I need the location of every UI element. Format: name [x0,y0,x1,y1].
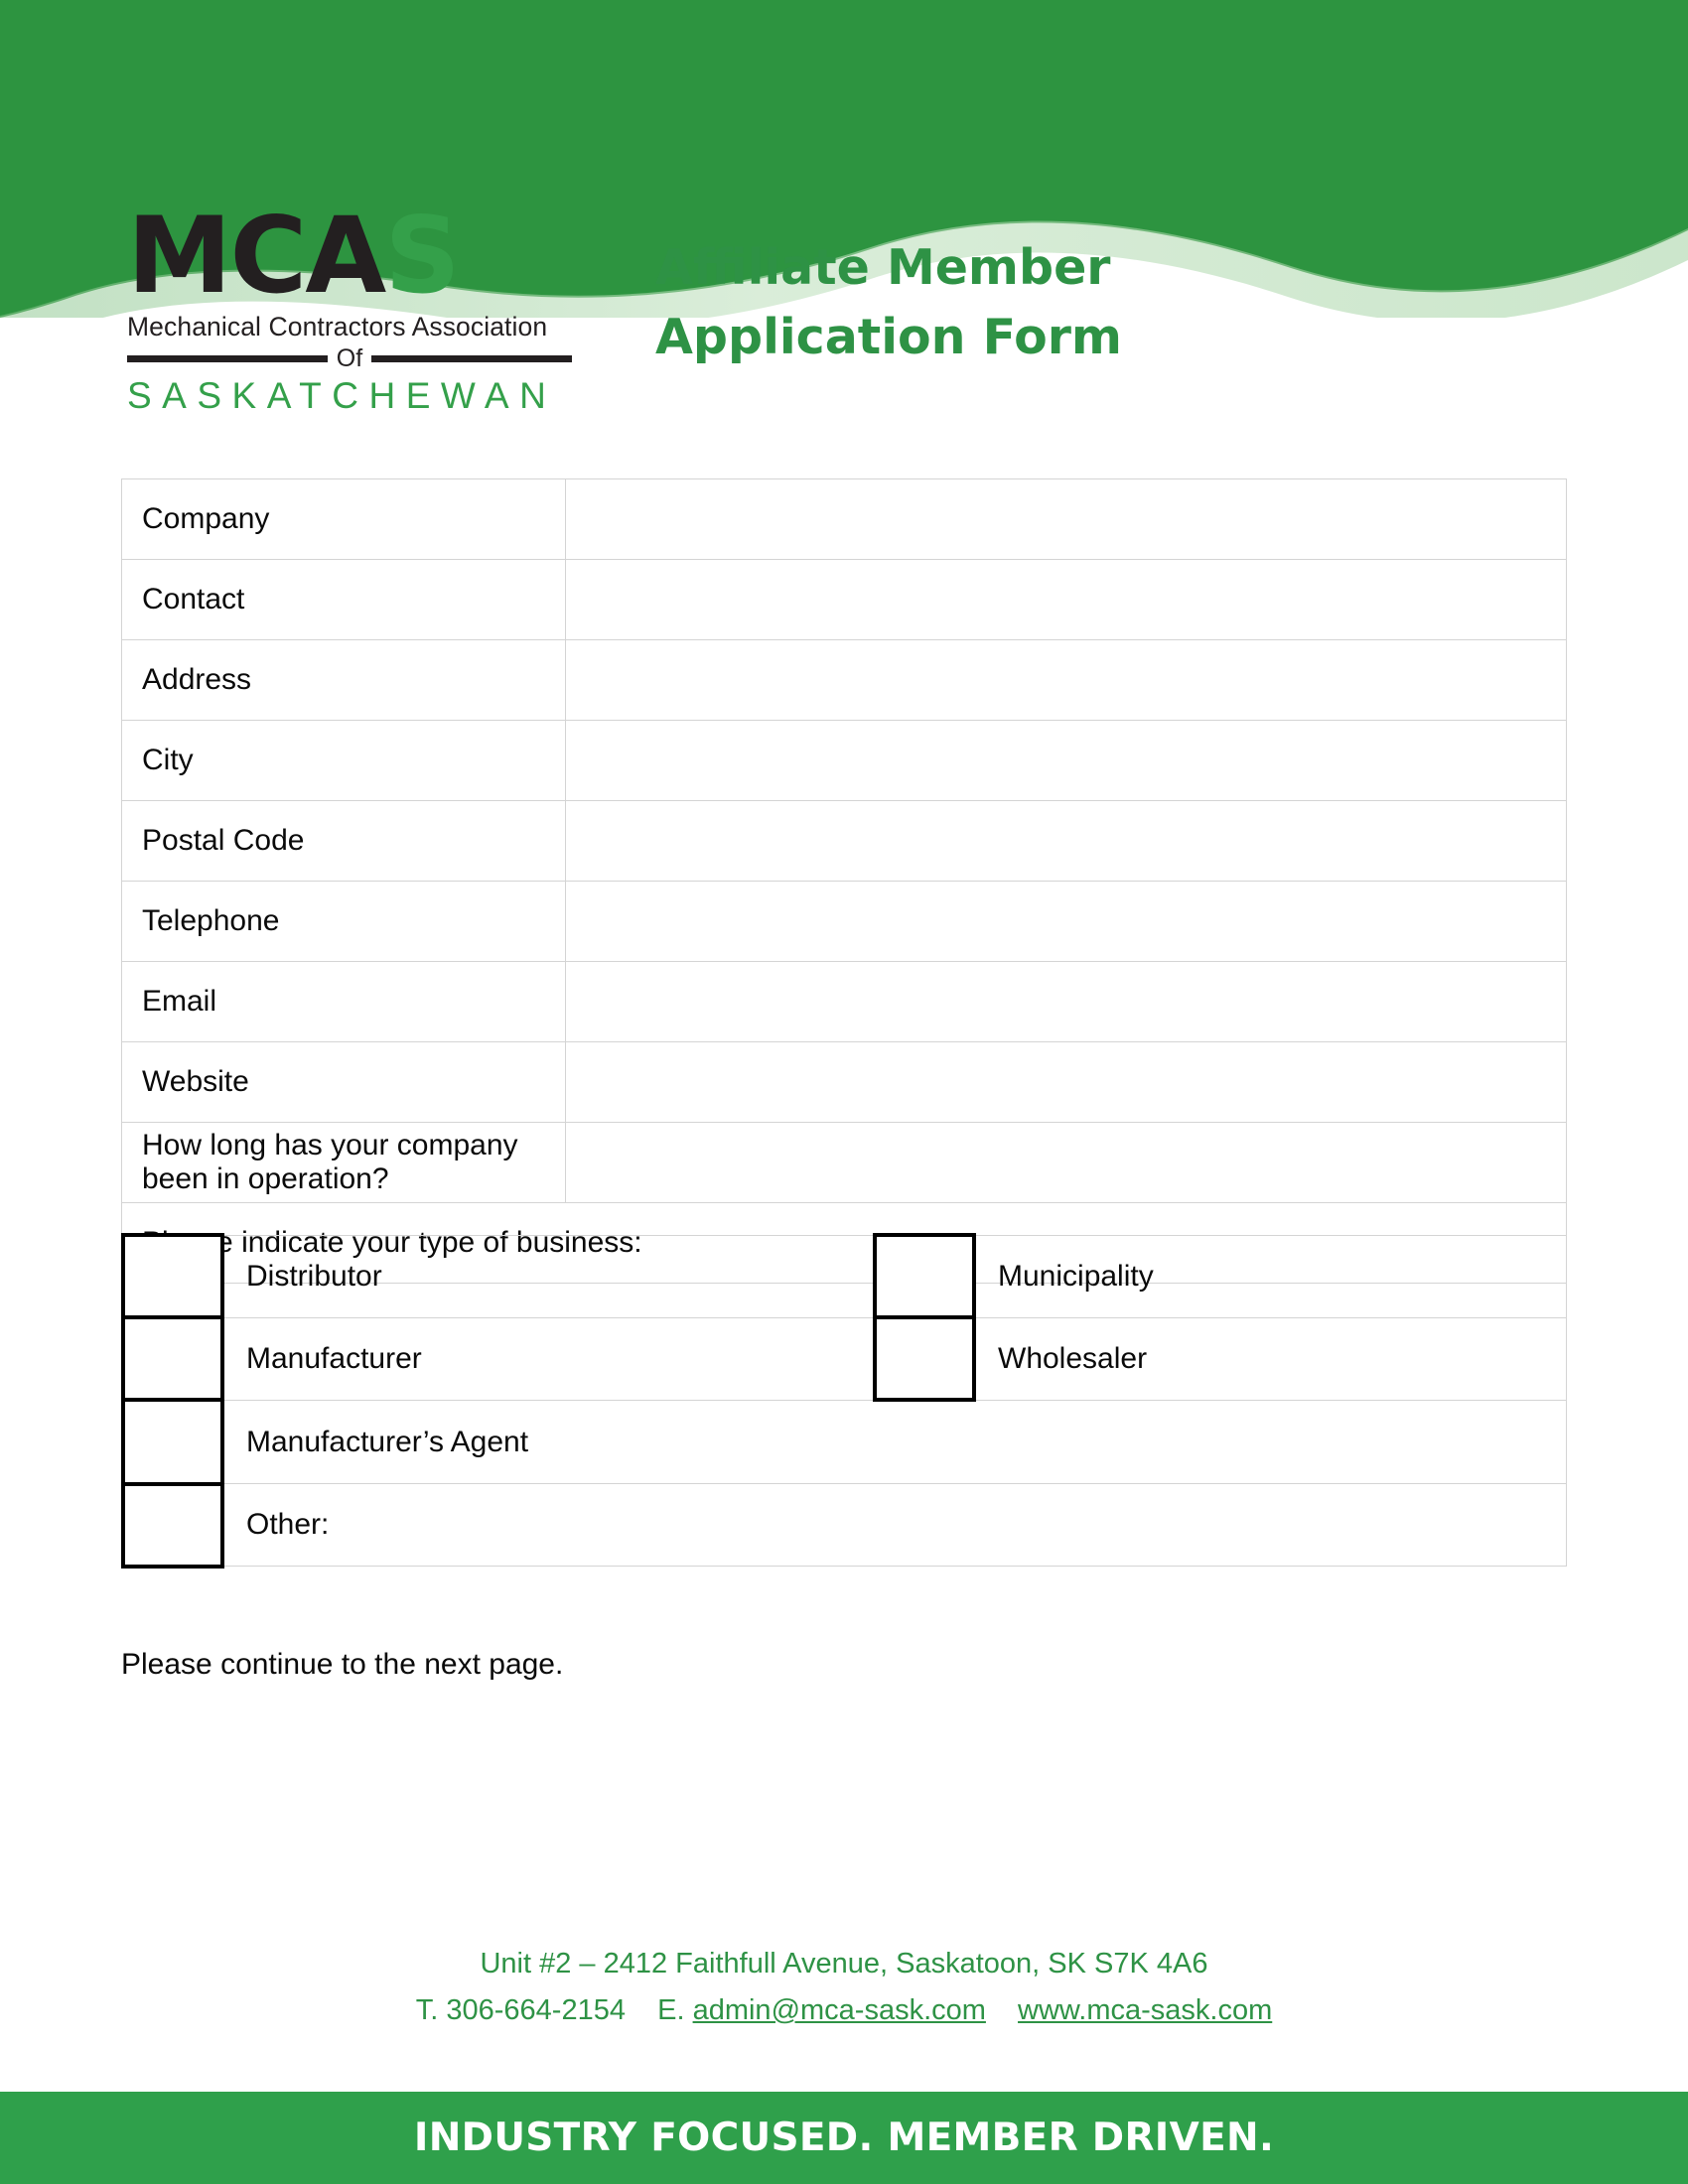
logo-of-row: Of [127,346,572,371]
field-input-contact[interactable] [565,559,1567,640]
footer-contact-line: T. 306-664-2154 E. admin@mca-sask.com ww… [0,1987,1688,2034]
field-label-telephone: Telephone [121,881,566,962]
field-label-email: Email [121,961,566,1042]
field-input-company[interactable] [565,478,1567,560]
logo-tagline: Mechanical Contractors Association [127,312,548,341]
checkbox-label-other: Other: [221,1483,1567,1567]
field-label-company: Company [121,478,566,560]
table-row-address: Address [121,639,1567,721]
field-input-telephone[interactable] [565,881,1567,962]
checkbox-wholesaler[interactable] [873,1315,976,1402]
checkbox-label-manufacturers-agent: Manufacturer’s Agent [221,1399,1567,1484]
field-label-postal-code: Postal Code [121,800,566,882]
table-row-business-type-1: Distributor Municipality [121,1233,1567,1319]
footer-contact: Unit #2 – 2412 Faithfull Avenue, Saskato… [0,1941,1688,2034]
checkbox-label-manufacturer: Manufacturer [221,1316,876,1401]
logo-rule-right [371,355,572,362]
field-label-website: Website [121,1041,566,1123]
logo-wordmark: MCAS [127,204,594,309]
table-row-company: Company [121,478,1567,560]
checkbox-label-municipality: Municipality [973,1234,1567,1318]
page-title: Affiliate Member Application Form [655,233,1122,371]
table-row-postal-code: Postal Code [121,800,1567,882]
logo-province: SASKATCHEWAN [127,375,557,416]
question-label-years-in-operation: How long has your company been in operat… [121,1122,566,1203]
footer-phone: 306-664-2154 [446,1993,626,2026]
field-input-address[interactable] [565,639,1567,721]
field-input-postal-code[interactable] [565,800,1567,882]
footer-phone-label: T. [415,1993,439,2026]
table-row-telephone: Telephone [121,881,1567,962]
checkbox-label-wholesaler: Wholesaler [973,1316,1567,1401]
checkbox-distributor[interactable] [121,1233,224,1319]
logo-wordmark-dark: MCA [127,195,386,317]
logo-wordmark-accent: S [384,195,460,317]
field-input-email[interactable] [565,961,1567,1042]
footer-website-link[interactable]: www.mca-sask.com [1018,1994,1272,2026]
table-row-business-type-2: Manufacturer Wholesaler [121,1315,1567,1402]
page-title-line-1: Affiliate Member [655,239,1111,296]
tagline-bar: INDUSTRY FOCUSED. MEMBER DRIVEN. [0,2092,1688,2184]
tagline-text: INDUSTRY FOCUSED. MEMBER DRIVEN. [413,2116,1275,2160]
logo-of-label: Of [336,344,363,372]
checkbox-label-distributor: Distributor [221,1234,876,1318]
footer-email-label: E. [657,1993,685,2026]
checkbox-manufacturers-agent[interactable] [121,1398,224,1486]
footer-address: Unit #2 – 2412 Faithfull Avenue, Saskato… [480,1948,1208,1979]
continue-note: Please continue to the next page. [121,1648,564,1681]
field-input-website[interactable] [565,1041,1567,1123]
business-type-table: Distributor Municipality Manufacturer Wh… [121,1233,1567,1569]
page-canvas: MCAS Mechanical Contractors Association … [0,0,1688,2184]
checkbox-other[interactable] [121,1481,224,1569]
table-row-business-type-3: Manufacturer’s Agent [121,1398,1567,1486]
checkbox-municipality[interactable] [873,1233,976,1319]
checkbox-manufacturer[interactable] [121,1315,224,1402]
table-row-contact: Contact [121,559,1567,640]
field-label-contact: Contact [121,559,566,640]
table-row-business-type-4: Other: [121,1481,1567,1569]
footer-email-link[interactable]: admin@mca-sask.com [693,1994,986,2026]
field-input-city[interactable] [565,720,1567,801]
field-input-years-in-operation[interactable] [565,1122,1567,1203]
page-title-line-2: Application Form [655,308,1122,365]
table-row-website: Website [121,1041,1567,1123]
table-row-email: Email [121,961,1567,1042]
table-row-city: City [121,720,1567,801]
field-label-city: City [121,720,566,801]
logo-rule-left [127,355,328,362]
table-row-years-in-operation: How long has your company been in operat… [121,1122,1567,1203]
application-form-table: Company Contact Address City Postal Code… [121,478,1567,1284]
mcas-logo: MCAS Mechanical Contractors Association … [127,204,594,417]
field-label-address: Address [121,639,566,721]
